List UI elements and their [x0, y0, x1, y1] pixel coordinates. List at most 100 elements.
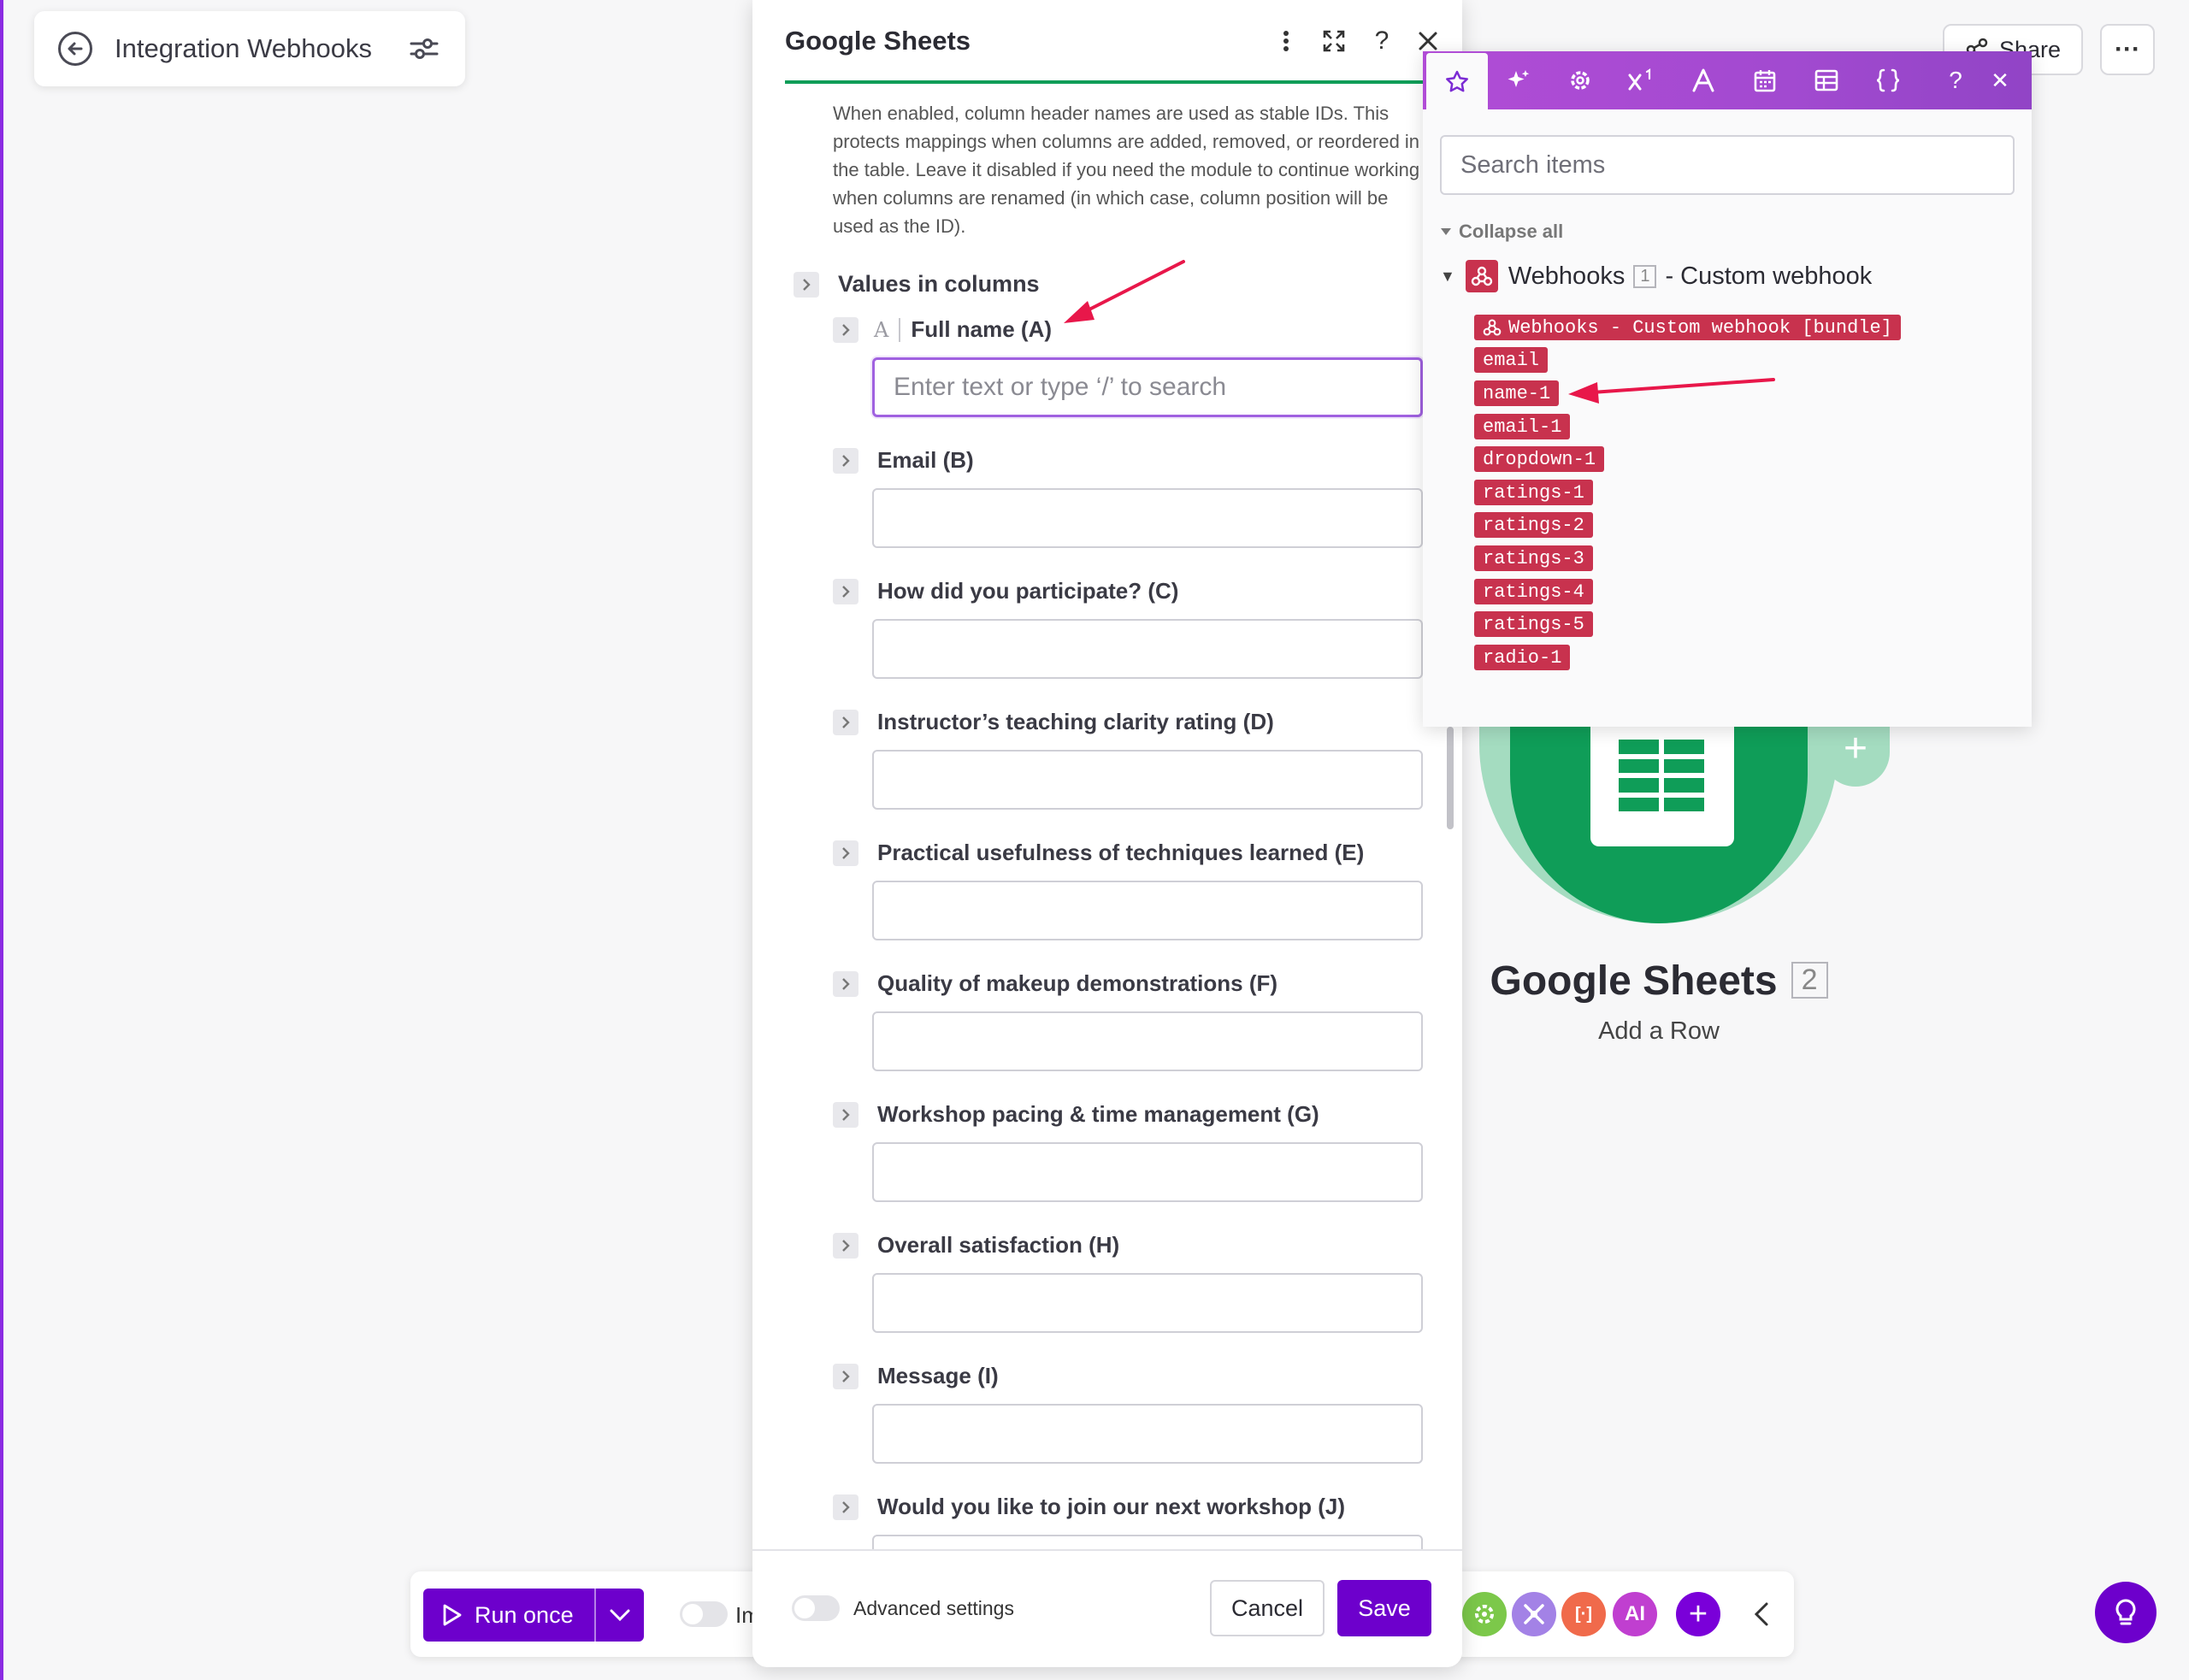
field-overall-satisfaction[interactable]: Overall satisfaction (H): [833, 1232, 1119, 1259]
field-full-name[interactable]: A Full name (A): [833, 316, 1052, 343]
expand-icon[interactable]: [1319, 26, 1349, 56]
field-teaching-clarity[interactable]: Instructor’s teaching clarity rating (D): [833, 709, 1274, 735]
chevron-right-icon[interactable]: [833, 709, 858, 735]
flow-control-icon[interactable]: [·]: [1561, 1592, 1606, 1636]
mapping-item-ratings-4[interactable]: ratings-4: [1474, 579, 1593, 604]
tree-module-name: Webhooks: [1508, 262, 1626, 290]
collapse-all-label: Collapse all: [1459, 221, 1564, 242]
email-input[interactable]: [872, 488, 1423, 548]
chevron-right-icon[interactable]: [833, 840, 858, 866]
field-participation[interactable]: How did you participate? (C): [833, 578, 1178, 604]
field-next-workshop[interactable]: Would you like to join our next workshop…: [833, 1494, 1345, 1520]
tree-module-description: - Custom webhook: [1665, 262, 1873, 290]
help-icon[interactable]: ?: [1934, 51, 1977, 109]
field-label: Workshop pacing & time management (G): [877, 1101, 1319, 1127]
mapping-item-ratings-3[interactable]: ratings-3: [1474, 545, 1593, 571]
braces-icon[interactable]: [1857, 51, 1919, 109]
workshop-pacing-input[interactable]: [872, 1142, 1423, 1202]
practical-usefulness-input[interactable]: [872, 881, 1423, 940]
save-button[interactable]: Save: [1337, 1580, 1431, 1636]
chevron-right-icon[interactable]: [833, 578, 858, 604]
module-title-text: Google Sheets: [1490, 958, 1778, 1004]
chevron-right-icon[interactable]: [794, 271, 819, 298]
mapping-item-email-1[interactable]: email-1: [1474, 414, 1571, 439]
webhook-icon: [1483, 319, 1502, 336]
mapping-item-ratings-2[interactable]: ratings-2: [1474, 512, 1593, 538]
field-label: Full name (A): [911, 316, 1053, 342]
values-in-columns-section[interactable]: Values in columns: [794, 271, 1040, 298]
chevron-right-icon[interactable]: [833, 1101, 858, 1128]
message-input[interactable]: [872, 1404, 1423, 1464]
chevron-right-icon[interactable]: [833, 447, 858, 474]
overall-satisfaction-input[interactable]: [872, 1273, 1423, 1333]
text-icon[interactable]: [1673, 51, 1734, 109]
module-number: 2: [1791, 962, 1828, 999]
lightbulb-icon[interactable]: [2095, 1582, 2157, 1643]
module-subtitle: Add a Row: [1598, 1017, 1720, 1045]
more-options-button[interactable]: ···: [2100, 24, 2155, 75]
dialog-header: Google Sheets ?: [785, 0, 1437, 84]
chevron-right-icon[interactable]: [833, 1363, 858, 1389]
collapse-all-toggle[interactable]: Collapse all: [1440, 221, 1563, 243]
mapping-item-radio-1[interactable]: radio-1: [1474, 645, 1571, 670]
field-makeup-demos[interactable]: Quality of makeup demonstrations (F): [833, 970, 1277, 997]
tools-icon[interactable]: [1512, 1592, 1556, 1636]
field-label: Practical usefulness of techniques learn…: [877, 840, 1365, 865]
chevron-right-icon[interactable]: [833, 970, 858, 997]
help-icon[interactable]: ?: [1366, 26, 1397, 56]
tree-module-number: 1: [1633, 264, 1657, 288]
dialog-title: Google Sheets: [785, 26, 971, 56]
field-practical-usefulness[interactable]: Practical usefulness of techniques learn…: [833, 840, 1364, 866]
caret-down-icon: [1441, 228, 1451, 235]
kebab-menu-icon[interactable]: [1271, 26, 1301, 56]
participation-input[interactable]: [872, 619, 1423, 679]
cancel-button[interactable]: Cancel: [1210, 1580, 1325, 1636]
field-label: Email (B): [877, 447, 974, 473]
advanced-settings-label: Advanced settings: [853, 1597, 1014, 1619]
calendar-icon[interactable]: [1734, 51, 1796, 109]
sparkle-icon[interactable]: [1488, 51, 1549, 109]
teaching-clarity-input[interactable]: [872, 750, 1423, 810]
run-options-chevron-icon[interactable]: [596, 1609, 644, 1621]
mapping-item-bundle[interactable]: Webhooks - Custom webhook [bundle]: [1474, 315, 1901, 340]
close-icon[interactable]: ✕: [1979, 51, 2021, 109]
scenario-title[interactable]: Integration Webhooks: [115, 33, 407, 64]
sliders-icon[interactable]: [407, 32, 441, 66]
search-items-input[interactable]: [1440, 135, 2015, 195]
chevron-right-icon[interactable]: [833, 1494, 858, 1520]
section-label: Values in columns: [838, 271, 1040, 297]
field-message[interactable]: Message (I): [833, 1363, 999, 1389]
mapping-item-dropdown-1[interactable]: dropdown-1: [1474, 446, 1605, 472]
ai-icon[interactable]: AI: [1613, 1592, 1657, 1636]
caret-down-icon[interactable]: ▼: [1440, 268, 1455, 286]
makeup-demos-input[interactable]: [872, 1011, 1423, 1071]
mapping-item-ratings-1[interactable]: ratings-1: [1474, 480, 1593, 505]
field-label: Would you like to join our next workshop…: [877, 1494, 1345, 1519]
back-arrow-icon[interactable]: [58, 32, 92, 66]
mapping-item-name-1[interactable]: name-1: [1474, 380, 1560, 406]
star-icon[interactable]: [1426, 53, 1488, 111]
collapse-toolbar-chevron-icon[interactable]: [1744, 1595, 1779, 1633]
webhook-icon: [1465, 260, 1498, 292]
chevron-right-icon[interactable]: [833, 1232, 858, 1259]
field-workshop-pacing[interactable]: Workshop pacing & time management (G): [833, 1101, 1319, 1128]
tree-module-webhooks[interactable]: ▼ Webhooks 1 - Custom webhook: [1440, 260, 1872, 292]
sheet-grid-icon: [1619, 740, 1704, 811]
mapping-item-ratings-5[interactable]: ratings-5: [1474, 611, 1593, 637]
full-name-input[interactable]: [872, 357, 1423, 417]
run-once-button[interactable]: Run once: [423, 1589, 644, 1642]
advanced-settings-toggle[interactable]: [792, 1595, 840, 1621]
table-icon[interactable]: [1796, 51, 1857, 109]
scenario-header: Integration Webhooks: [34, 11, 465, 86]
dialog-scrollbar[interactable]: [1447, 727, 1454, 829]
add-tool-plus-icon[interactable]: +: [1676, 1592, 1720, 1636]
superscript-icon[interactable]: [1611, 51, 1673, 109]
gear-icon[interactable]: [1549, 51, 1611, 109]
field-email[interactable]: Email (B): [833, 447, 974, 474]
scheduling-gear-icon[interactable]: [1462, 1592, 1507, 1636]
mapping-item-email[interactable]: email: [1474, 347, 1549, 373]
text-type-icon: A: [874, 317, 901, 342]
left-edge-accent: [0, 0, 3, 1680]
immediately-toggle[interactable]: [680, 1601, 728, 1627]
chevron-right-icon[interactable]: [833, 316, 858, 343]
